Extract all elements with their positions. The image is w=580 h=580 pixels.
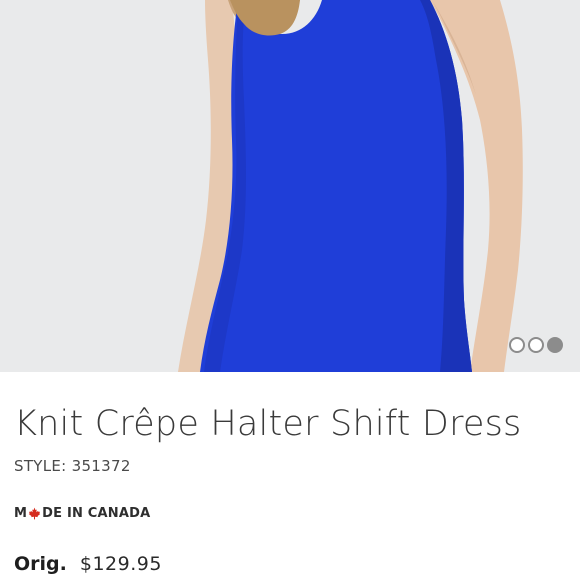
style-number-row: STYLE: 351372: [14, 457, 131, 475]
carousel-dot-1[interactable]: [509, 337, 525, 353]
made-in-canada-badge: M DE IN CANADA: [14, 506, 150, 521]
carousel-dot-2[interactable]: [528, 337, 544, 353]
maple-leaf-icon: [28, 507, 41, 520]
made-in-prefix: M: [14, 506, 28, 521]
product-image-gallery[interactable]: [0, 0, 580, 372]
product-photo: [0, 0, 580, 372]
orig-price-value: $129.95: [79, 553, 162, 575]
orig-price-label: Orig.: [14, 553, 67, 575]
made-in-suffix: DE IN CANADA: [42, 506, 151, 521]
carousel-indicators: [509, 337, 563, 353]
product-title: Knit Crêpe Halter Shift Dress: [14, 404, 522, 444]
price-row: Orig. $129.95: [14, 553, 162, 575]
carousel-dot-3[interactable]: [547, 337, 563, 353]
style-label: STYLE:: [14, 457, 67, 475]
style-number: 351372: [71, 457, 131, 475]
